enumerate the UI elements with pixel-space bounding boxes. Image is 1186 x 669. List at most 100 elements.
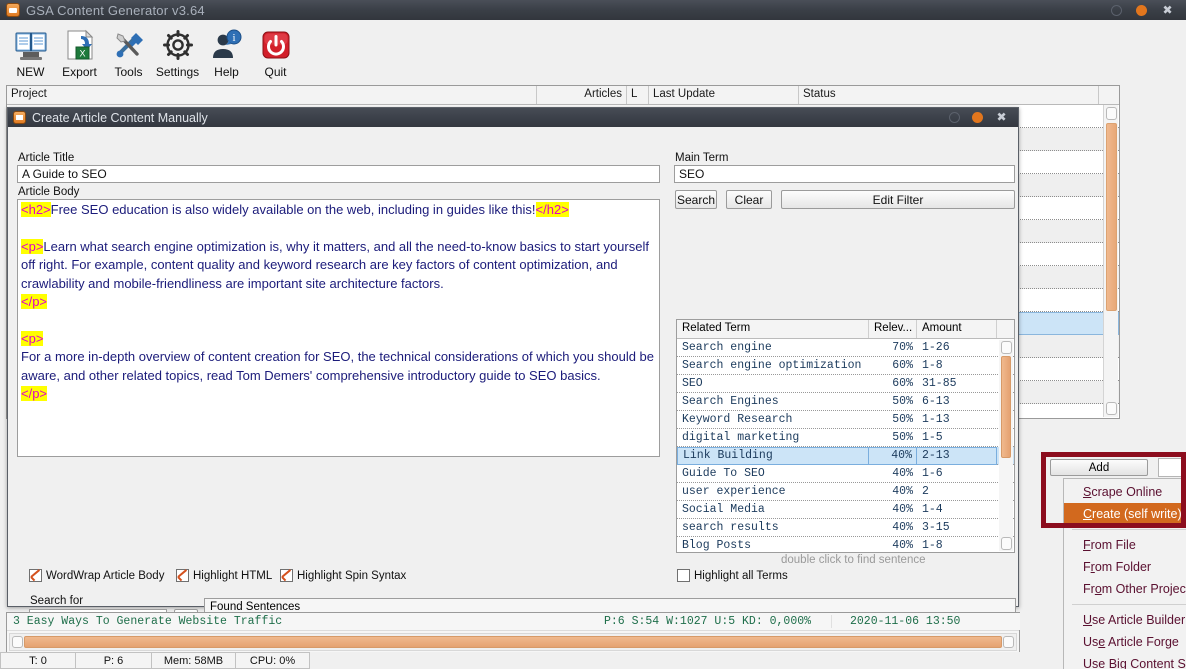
html-tag: <p> — [21, 331, 43, 346]
cell-relevance: 40% — [869, 485, 917, 498]
article-body-editor[interactable]: <h2>Free SEO education is also widely av… — [17, 199, 660, 457]
column-header-amount[interactable]: Amount — [917, 320, 997, 338]
checkbox-label: Highlight all Terms — [694, 570, 788, 582]
maximize-icon[interactable] — [1136, 5, 1147, 16]
html-tag: <p> — [21, 239, 43, 254]
scrollbar-thumb[interactable] — [1106, 123, 1117, 311]
status-metrics: P:6 S:54 W:1027 U:5 KD: 0,000% — [596, 615, 832, 628]
scroll-left-cap[interactable] — [12, 636, 23, 648]
bottom-status-bar: T: 0 P: 6 Mem: 58MB CPU: 0% — [0, 652, 1186, 669]
cell-relevance: 60% — [869, 377, 917, 390]
body-line: For a more in-depth overview of content … — [21, 348, 656, 385]
article-title-input[interactable] — [17, 165, 660, 183]
project-grid-scrollbar[interactable] — [1103, 105, 1118, 417]
menu-item-use-article-builder[interactable]: Use Article Builder — [1064, 609, 1186, 631]
table-row[interactable]: Keyword Research50%1-13 — [677, 411, 1014, 429]
scroll-down-cap[interactable] — [1106, 402, 1117, 415]
related-terms-table[interactable]: Related Term Relev... Amount Search engi… — [676, 319, 1015, 553]
menu-item-from-other-project[interactable]: From Other Project — [1064, 578, 1186, 600]
app-title: GSA Content Generator v3.64 — [26, 3, 205, 18]
menu-item-use-big-content-search[interactable]: Use Big Content Search — [1064, 653, 1186, 669]
cell-term: SEO — [677, 377, 869, 390]
scrollbar-thumb[interactable] — [24, 636, 1002, 648]
column-header-project[interactable]: Project — [7, 86, 537, 104]
status-hscrollbar[interactable] — [9, 633, 1017, 651]
checkbox-highlight-all-terms[interactable]: Highlight all Terms — [677, 569, 788, 582]
scroll-right-cap[interactable] — [1003, 636, 1014, 648]
menu-item-from-file[interactable]: From File — [1064, 534, 1186, 556]
checkbox-highlight-spin-syntax[interactable]: Highlight Spin Syntax — [280, 569, 406, 582]
toolbar-button-tools[interactable]: Tools — [104, 23, 153, 79]
menu-separator — [1072, 529, 1186, 530]
table-row-selected[interactable]: Link Building40%2-13 — [677, 447, 1014, 465]
column-header-relevance[interactable]: Relev... — [869, 320, 917, 338]
column-header-articles[interactable]: Articles — [537, 86, 627, 104]
table-row[interactable]: Search Engines50%6-13 — [677, 393, 1014, 411]
checkbox-highlight-html[interactable]: Highlight HTML — [176, 569, 272, 582]
body-text: Learn what search engine optimization is… — [21, 239, 649, 291]
power-icon — [259, 26, 293, 64]
cell-term: user experience — [677, 485, 869, 498]
bottom-cell-threads: T: 0 — [0, 652, 76, 669]
table-row[interactable]: Search engine70%1-26 — [677, 339, 1014, 357]
toolbar-button-export[interactable]: X Export — [55, 23, 104, 79]
related-terms-scrollbar[interactable] — [999, 340, 1013, 551]
table-row[interactable]: Social Media40%1-4 — [677, 501, 1014, 519]
table-row[interactable]: Search engine optimization60%1-8 — [677, 357, 1014, 375]
scroll-up-cap[interactable] — [1106, 107, 1117, 120]
main-term-input[interactable] — [674, 165, 1015, 183]
cell-amount: 1-13 — [917, 413, 997, 426]
menu-item-label: ig Content Search — [1117, 657, 1186, 669]
menu-item-scrape-online[interactable]: Scrape Online — [1064, 481, 1186, 503]
table-row[interactable]: SEO60%31-85 — [677, 375, 1014, 393]
checkmark-icon — [29, 569, 42, 582]
create-article-dialog: Create Article Content Manually ✖ Articl… — [7, 107, 1019, 607]
minimize-icon[interactable] — [1111, 5, 1122, 16]
menu-item-label: crape Online — [1091, 485, 1162, 499]
dialog-body: Article Title Article Body <h2>Free SEO … — [8, 127, 1018, 608]
table-row[interactable]: Blog Posts40%1-8 — [677, 537, 1014, 553]
dialog-minimize-icon[interactable] — [949, 112, 960, 123]
table-row[interactable]: search results40%3-15 — [677, 519, 1014, 537]
menu-item-from-folder[interactable]: From Folder — [1064, 556, 1186, 578]
menu-item-use-article-forge[interactable]: Use Article Forge — [1064, 631, 1186, 653]
menu-item-create-self-write[interactable]: Create (self write) — [1064, 503, 1186, 525]
cell-relevance: 50% — [869, 413, 917, 426]
clear-button[interactable]: Clear — [726, 190, 772, 209]
toolbar-button-help[interactable]: i Help — [202, 23, 251, 79]
book-icon — [14, 26, 48, 64]
dialog-close-icon[interactable]: ✖ — [995, 111, 1008, 124]
close-icon[interactable]: ✖ — [1161, 4, 1174, 17]
toolbar-button-new-label: NEW — [17, 65, 45, 79]
search-button[interactable]: Search — [675, 190, 717, 209]
body-line: <p>Learn what search engine optimization… — [21, 238, 656, 294]
table-row[interactable]: digital marketing50%1-5 — [677, 429, 1014, 447]
table-row[interactable]: user experience40%2 — [677, 483, 1014, 501]
html-tag: </p> — [21, 386, 47, 401]
checkmark-icon — [176, 569, 189, 582]
dialog-maximize-icon[interactable] — [972, 112, 983, 123]
scrollbar-thumb[interactable] — [1001, 356, 1011, 458]
cell-relevance: 60% — [869, 359, 917, 372]
related-terms-rows: Search engine70%1-26 Search engine optim… — [677, 339, 1014, 553]
column-header-related-term[interactable]: Related Term — [677, 320, 869, 338]
body-line: <h2>Free SEO education is also widely av… — [21, 201, 656, 220]
column-header-status[interactable]: Status — [799, 86, 1099, 104]
column-header-last-update[interactable]: Last Update — [649, 86, 799, 104]
table-row[interactable]: Guide To SEO40%1-6 — [677, 465, 1014, 483]
cell-relevance: 70% — [869, 341, 917, 354]
bottom-cell-projects: P: 6 — [76, 652, 152, 669]
cell-amount: 1-8 — [917, 359, 997, 372]
scroll-up-cap[interactable] — [1001, 341, 1012, 354]
scroll-down-cap[interactable] — [1001, 537, 1012, 550]
add-button[interactable]: Add — [1050, 459, 1148, 476]
toolbar-button-new[interactable]: NEW — [6, 23, 55, 79]
cell-term: Social Media — [677, 503, 869, 516]
cell-relevance: 50% — [869, 395, 917, 408]
column-header-l[interactable]: L — [627, 86, 649, 104]
toolbar-button-settings[interactable]: Settings — [153, 23, 202, 79]
edit-filter-button[interactable]: Edit Filter — [781, 190, 1015, 209]
cell-amount: 1-6 — [917, 467, 997, 480]
toolbar-button-quit[interactable]: Quit — [251, 23, 300, 79]
checkbox-wordwrap-article-body[interactable]: WordWrap Article Body — [29, 569, 164, 582]
